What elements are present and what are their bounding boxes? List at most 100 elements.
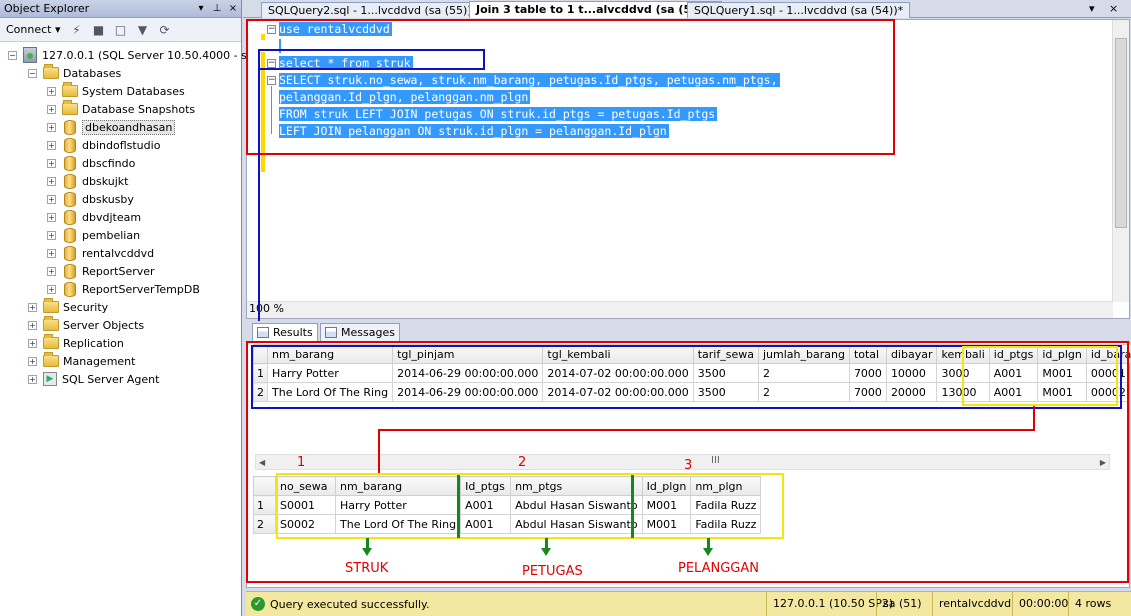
filter-icon[interactable]: ▼ [135, 22, 151, 38]
table-row[interactable]: 1 S0001 Harry Potter A001 Abdul Hasan Si… [253, 495, 762, 515]
grid-cell[interactable]: The Lord Of The Ring [334, 514, 462, 534]
grid-cell[interactable]: 00001 [1085, 363, 1131, 383]
tree-node-database[interactable]: + dbvdjteam [47, 208, 141, 226]
grid-cell[interactable]: 2 [757, 363, 850, 383]
column-header[interactable]: tarif_sewa [692, 344, 759, 364]
expand-icon[interactable]: + [47, 230, 56, 240]
grid-cell[interactable]: A001 [460, 514, 512, 534]
row-number[interactable]: 2 [253, 514, 276, 534]
column-header[interactable]: total [848, 344, 887, 364]
dropdown-icon[interactable]: ▾ [193, 3, 209, 14]
grid-cell[interactable]: A001 [988, 382, 1039, 402]
tab-results[interactable]: Results [252, 323, 318, 341]
grid-cell[interactable]: Fadila Ruzz [690, 495, 762, 515]
grid-cell[interactable]: The Lord Of The Ring [266, 382, 394, 402]
tab-messages[interactable]: Messages [320, 323, 400, 341]
grid-cell[interactable]: Abdul Hasan Siswanto [510, 514, 643, 534]
tree-node-database[interactable]: + dbindoflstudio [47, 136, 160, 154]
close-icon[interactable]: × [225, 3, 241, 14]
expand-icon[interactable]: + [28, 338, 37, 348]
tree-node-database[interactable]: + dbskusby [47, 190, 134, 208]
grid-cell[interactable]: 2014-06-29 00:00:00.000 [392, 382, 544, 402]
expand-icon[interactable]: + [28, 356, 37, 366]
grid-cell[interactable]: 00002 [1085, 382, 1131, 402]
grid-cell[interactable]: Fadila Ruzz [690, 514, 762, 534]
tab-list-dropdown-icon[interactable]: ▾ [1089, 2, 1095, 15]
connect-server-icon[interactable]: ⚡ [69, 22, 85, 38]
grid-cell[interactable]: M001 [1037, 382, 1087, 402]
grid-cell[interactable]: Harry Potter [334, 495, 462, 515]
collapse-region-icon[interactable]: − [267, 76, 276, 85]
tree-node-database-snapshots[interactable]: + Database Snapshots [47, 100, 195, 118]
tab-join-3-table[interactable]: Join 3 table to 1 t...alvcddvd (sa (51))… [469, 1, 722, 18]
grid-cell[interactable]: Harry Potter [266, 363, 394, 383]
collapse-icon[interactable]: − [28, 68, 37, 78]
expand-icon[interactable]: + [28, 320, 37, 330]
column-header[interactable]: id_ptgs [988, 344, 1039, 364]
tree-node-replication[interactable]: + Replication [28, 334, 124, 352]
grid-horizontal-scrollbar[interactable]: ◀ III ▶ [255, 454, 1110, 470]
grid-cell[interactable]: 13000 [936, 382, 990, 402]
tab-sqlquery1[interactable]: SQLQuery1.sql - 1...lvcddvd (sa (54))* [687, 2, 911, 18]
expand-icon[interactable]: + [47, 158, 56, 168]
row-number[interactable]: 2 [253, 382, 268, 402]
grid-cell[interactable]: 2014-07-02 00:00:00.000 [542, 382, 694, 402]
tree-node-sql-agent[interactable]: + ▶ SQL Server Agent [28, 370, 159, 388]
tree-node-management[interactable]: + Management [28, 352, 135, 370]
grid-cell[interactable]: 10000 [885, 363, 938, 383]
grid-cell[interactable]: M001 [1037, 363, 1087, 383]
grid-cell[interactable]: A001 [460, 495, 512, 515]
grid-cell[interactable]: 2014-07-02 00:00:00.000 [542, 363, 694, 383]
editor-vertical-scrollbar[interactable] [1112, 20, 1129, 302]
expand-icon[interactable]: + [47, 86, 56, 96]
grid-cell[interactable]: A001 [988, 363, 1039, 383]
result-grid-struk[interactable]: nm_barang tgl_pinjam tgl_kembali tarif_s… [253, 344, 1131, 402]
column-header[interactable]: Id_ptgs [460, 476, 512, 496]
grid-cell[interactable]: 3000 [936, 363, 990, 383]
column-header[interactable]: nm_plgn [690, 476, 762, 496]
table-row[interactable]: 2 S0002 The Lord Of The Ring A001 Abdul … [253, 514, 762, 534]
tab-sqlquery2[interactable]: SQLQuery2.sql - 1...lvcddvd (sa (55))* [261, 2, 485, 18]
grid-cell[interactable]: 7000 [848, 363, 887, 383]
row-number[interactable]: 1 [253, 495, 276, 515]
tree-node-database[interactable]: + dbekoandhasan [47, 118, 176, 136]
grid-cell[interactable]: 3500 [692, 382, 759, 402]
collapse-region-icon[interactable]: − [267, 25, 276, 34]
expand-icon[interactable]: + [47, 122, 56, 132]
table-row[interactable]: 2 The Lord Of The Ring 2014-06-29 00:00:… [253, 382, 1131, 402]
query-editor[interactable]: − − − use rentalvcddvd select * from str… [246, 19, 1130, 319]
tree-node-database[interactable]: + dbscfindo [47, 154, 135, 172]
grid-cell[interactable]: 20000 [885, 382, 938, 402]
grid-cell[interactable]: 2014-06-29 00:00:00.000 [392, 363, 544, 383]
scrollbar-grip[interactable]: III [711, 455, 720, 466]
expand-icon[interactable]: + [28, 374, 37, 384]
tree-node-security[interactable]: + Security [28, 298, 108, 316]
column-header[interactable]: no_sewa [275, 476, 336, 496]
column-header[interactable]: nm_barang [266, 344, 394, 364]
tree-node-database[interactable]: + dbskujkt [47, 172, 128, 190]
column-header[interactable]: id_plgn [1037, 344, 1087, 364]
column-header[interactable]: jumlah_barang [757, 344, 850, 364]
tree-node-database[interactable]: + ReportServerTempDB [47, 280, 200, 298]
expand-icon[interactable]: + [47, 194, 56, 204]
grid-cell[interactable]: S0001 [275, 495, 336, 515]
column-header[interactable]: Id_plgn [641, 476, 692, 496]
refresh-icon[interactable]: ⟳ [157, 22, 173, 38]
scroll-left-icon[interactable]: ◀ [259, 458, 265, 467]
expand-icon[interactable]: + [47, 176, 56, 186]
grid-cell[interactable]: 3500 [692, 363, 759, 383]
zoom-level[interactable]: 100 % [249, 302, 284, 315]
scroll-right-icon[interactable]: ▶ [1100, 458, 1106, 467]
collapse-region-icon[interactable]: − [267, 59, 276, 68]
expand-icon[interactable]: + [47, 140, 56, 150]
column-header[interactable]: tgl_pinjam [392, 344, 544, 364]
grid-cell[interactable]: M001 [641, 495, 692, 515]
close-tab-icon[interactable]: × [1109, 2, 1118, 15]
grid-cell[interactable]: 7000 [848, 382, 887, 402]
expand-icon[interactable]: + [47, 248, 56, 258]
tree-node-server-objects[interactable]: + Server Objects [28, 316, 144, 334]
pin-icon[interactable]: ⊥ [209, 3, 225, 14]
column-header[interactable]: nm_barang [334, 476, 462, 496]
expand-icon[interactable]: + [47, 104, 56, 114]
table-row[interactable]: 1 Harry Potter 2014-06-29 00:00:00.000 2… [253, 363, 1131, 383]
